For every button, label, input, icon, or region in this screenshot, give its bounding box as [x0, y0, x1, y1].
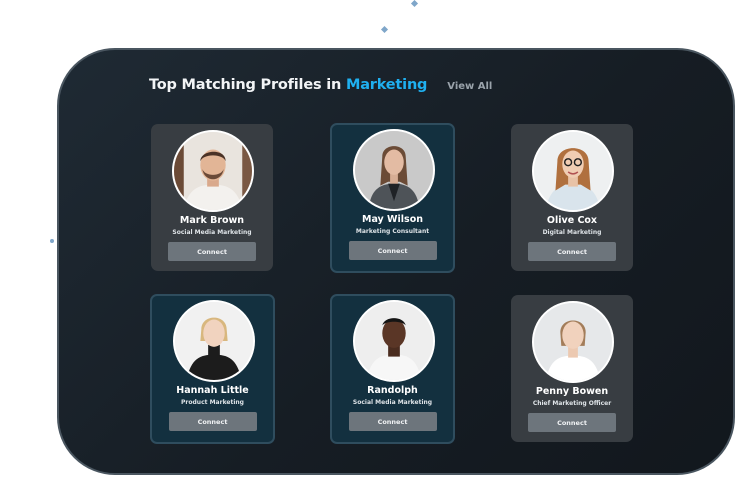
person-photo-icon [534, 303, 612, 381]
section-title-prefix: Top Matching Profiles in [149, 77, 346, 93]
profile-avatar [172, 300, 255, 382]
profile-avatar [172, 130, 254, 212]
profile-role: Chief Marketing Officer [532, 400, 612, 407]
person-photo-icon [174, 302, 253, 380]
profile-role: Social Media Marketing [352, 399, 433, 406]
decor-dot [50, 239, 54, 243]
person-photo-icon [354, 302, 433, 380]
profile-card: Randolph Social Media Marketing Connect [330, 294, 455, 444]
decor-dot [410, 0, 419, 8]
profiles-panel: Top Matching Profiles in Marketing View … [57, 48, 735, 475]
profile-card: Mark Brown Social Media Marketing Connec… [151, 124, 273, 271]
connect-button[interactable]: Connect [528, 413, 616, 432]
profile-name: Mark Brown [179, 215, 245, 226]
profile-role: Product Marketing [181, 399, 244, 406]
person-photo-icon [354, 131, 433, 209]
profile-card: Olive Cox Digital Marketing Connect [511, 124, 633, 271]
profile-name: Hannah Little [176, 385, 249, 396]
profile-role: Marketing Consultant [355, 228, 430, 235]
profile-avatar [532, 301, 614, 383]
connect-button[interactable]: Connect [168, 242, 256, 261]
connect-button[interactable]: Connect [528, 242, 616, 261]
profile-avatar [352, 129, 435, 211]
profile-card: Hannah Little Product Marketing Connect [150, 294, 275, 444]
connect-button[interactable]: Connect [168, 412, 257, 431]
profile-name: Randolph [367, 385, 418, 396]
connect-button[interactable]: Connect [348, 412, 437, 431]
profile-name: Olive Cox [546, 215, 598, 226]
person-photo-icon [534, 132, 612, 210]
profile-card: May Wilson Marketing Consultant Connect [330, 123, 455, 273]
profile-name: May Wilson [361, 214, 423, 225]
profile-card: Penny Bowen Chief Marketing Officer Conn… [511, 295, 633, 442]
section-title: Top Matching Profiles in Marketing [149, 77, 427, 93]
section-header: Top Matching Profiles in Marketing View … [149, 77, 492, 93]
section-title-accent: Marketing [345, 77, 428, 93]
profile-name: Penny Bowen [535, 386, 609, 397]
profile-avatar [532, 130, 614, 212]
profile-role: Digital Marketing [542, 229, 602, 236]
decor-dot [380, 25, 389, 34]
profile-role: Social Media Marketing [172, 229, 252, 236]
view-all-link[interactable]: View All [447, 81, 492, 92]
profile-avatar [352, 300, 435, 382]
person-photo-icon [174, 132, 252, 210]
connect-button[interactable]: Connect [348, 241, 437, 260]
